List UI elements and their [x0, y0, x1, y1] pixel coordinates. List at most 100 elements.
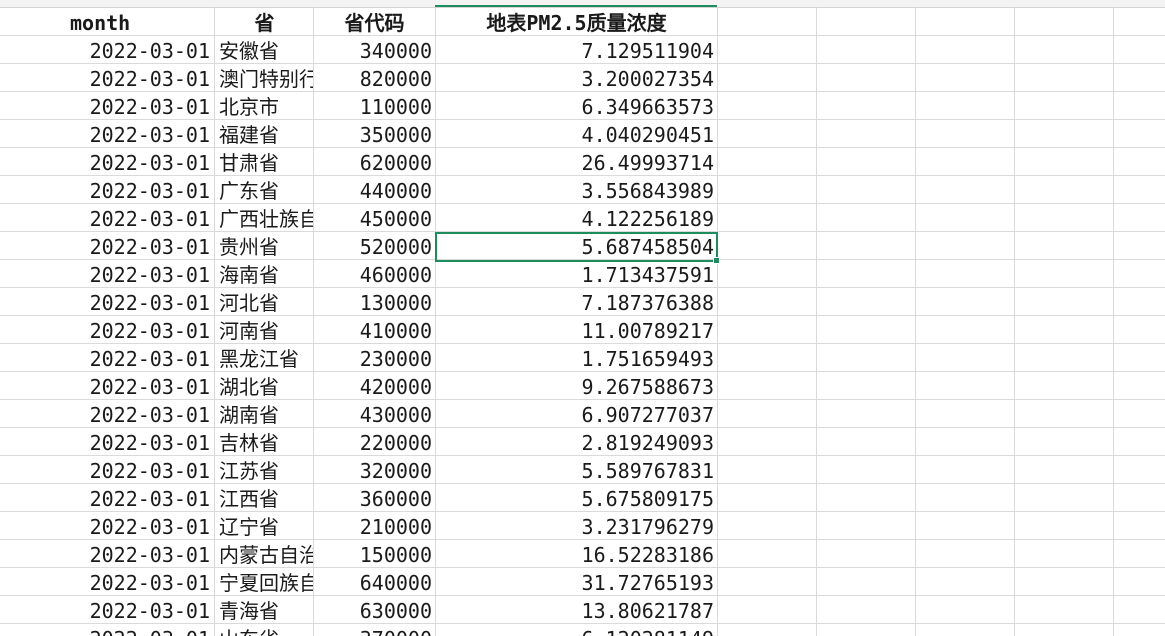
cell-month[interactable]: 2022-03-01	[0, 568, 214, 595]
cell-code[interactable]: 450000	[314, 204, 435, 231]
cell-code[interactable]: 220000	[314, 428, 435, 455]
cell-pm25[interactable]: 3.231796279	[436, 512, 717, 539]
cell-code[interactable]: 230000	[314, 344, 435, 371]
cell-code[interactable]: 320000	[314, 456, 435, 483]
cell-code[interactable]: 630000	[314, 596, 435, 623]
header-cell-province[interactable]: 省	[216, 8, 313, 35]
cell-province[interactable]: 甘肃省	[216, 148, 313, 175]
cell-code[interactable]: 410000	[314, 316, 435, 343]
cell-code[interactable]: 440000	[314, 176, 435, 203]
cell-code[interactable]: 620000	[314, 148, 435, 175]
cell-pm25[interactable]: 6.349663573	[436, 92, 717, 119]
table-row: 2022-03-01 北京市 110000 6.349663573	[0, 92, 1165, 120]
cell-month[interactable]: 2022-03-01	[0, 400, 214, 427]
cell-pm25[interactable]: 5.589767831	[436, 456, 717, 483]
cell-province[interactable]: 北京市	[216, 92, 313, 119]
cell-province[interactable]: 青海省	[216, 596, 313, 623]
cell-code[interactable]: 820000	[314, 64, 435, 91]
cell-province[interactable]: 江西省	[216, 484, 313, 511]
cell-month[interactable]: 2022-03-01	[0, 484, 214, 511]
cell-month[interactable]: 2022-03-01	[0, 512, 214, 539]
column-header-strip[interactable]	[0, 0, 1165, 8]
cell-code[interactable]: 110000	[314, 92, 435, 119]
cell-code[interactable]: 520000	[314, 232, 435, 259]
cell-pm25[interactable]: 13.80621787	[436, 596, 717, 623]
cell-month[interactable]: 2022-03-01	[0, 596, 214, 623]
cell-province[interactable]: 河南省	[216, 316, 313, 343]
cell-pm25[interactable]: 7.129511904	[436, 36, 717, 63]
cell-province[interactable]: 山东省	[216, 624, 313, 636]
cell-pm25[interactable]: 3.556843989	[436, 176, 717, 203]
table-row: 2022-03-01广西壮族自治区4500004.122256189	[0, 204, 1165, 232]
cell-pm25[interactable]: 5.675809175	[436, 484, 717, 511]
cell-month[interactable]: 2022-03-01	[0, 316, 214, 343]
cell-code[interactable]: 360000	[314, 484, 435, 511]
cell-month[interactable]: 2022-03-01	[0, 288, 214, 315]
cell-province[interactable]: 湖北省	[216, 372, 313, 399]
cell-month[interactable]: 2022-03-01	[0, 232, 214, 259]
cell-pm25[interactable]: 11.00789217	[436, 316, 717, 343]
cell-month[interactable]: 2022-03-01	[0, 148, 214, 175]
cell-month[interactable]: 2022-03-01	[0, 36, 214, 63]
cell-pm25[interactable]: 6.120281149	[436, 624, 717, 636]
cell-pm25[interactable]: 16.52283186	[436, 540, 717, 567]
header-cell-month[interactable]: month	[0, 8, 214, 35]
cell-month[interactable]: 2022-03-01	[0, 260, 214, 287]
cell-month[interactable]: 2022-03-01	[0, 92, 214, 119]
table-row: 2022-03-01 吉林省 220000 2.819249093	[0, 428, 1165, 456]
cell-pm25[interactable]: 1.751659493	[436, 344, 717, 371]
cell-pm25[interactable]: 9.267588673	[436, 372, 717, 399]
cell-pm25[interactable]: 6.907277037	[436, 400, 717, 427]
cell-month[interactable]: 2022-03-01	[0, 344, 214, 371]
cell-province[interactable]: 安徽省	[216, 36, 313, 63]
cell-province[interactable]: 广东省	[216, 176, 313, 203]
cell-province[interactable]: 宁夏回族自治区	[216, 568, 313, 595]
cell-province[interactable]: 内蒙古自治区	[216, 540, 313, 567]
header-cell-code[interactable]: 省代码	[314, 8, 435, 35]
cell-code[interactable]: 150000	[314, 540, 435, 567]
cell-province[interactable]: 广西壮族自治区	[216, 204, 313, 231]
cell-pm25[interactable]: 7.187376388	[436, 288, 717, 315]
cell-pm25[interactable]: 4.122256189	[436, 204, 717, 231]
cell-province[interactable]: 吉林省	[216, 428, 313, 455]
cell-code[interactable]: 340000	[314, 36, 435, 63]
cell-month[interactable]: 2022-03-01	[0, 120, 214, 147]
cell-code[interactable]: 210000	[314, 512, 435, 539]
cell-code[interactable]: 130000	[314, 288, 435, 315]
cell-month[interactable]: 2022-03-01	[0, 372, 214, 399]
cell-month[interactable]: 2022-03-01	[0, 456, 214, 483]
cell-month[interactable]: 2022-03-01	[0, 176, 214, 203]
cell-code[interactable]: 460000	[314, 260, 435, 287]
cell-pm25[interactable]: 31.72765193	[436, 568, 717, 595]
cell-month[interactable]: 2022-03-01	[0, 204, 214, 231]
table-row: 2022-03-01内蒙古自治区15000016.52283186	[0, 540, 1165, 568]
cell-month[interactable]: 2022-03-01	[0, 64, 214, 91]
cell-province[interactable]: 江苏省	[216, 456, 313, 483]
cell-province[interactable]: 湖南省	[216, 400, 313, 427]
cell-code[interactable]: 370000	[314, 624, 435, 636]
cell-month[interactable]: 2022-03-01	[0, 428, 214, 455]
cell-month[interactable]: 2022-03-01	[0, 624, 214, 636]
header-cell-pm25[interactable]: 地表PM2.5质量浓度	[436, 8, 717, 35]
cell-month[interactable]: 2022-03-01	[0, 540, 214, 567]
cell-pm25[interactable]: 26.49993714	[436, 148, 717, 175]
cell-pm25[interactable]: 1.713437591	[436, 260, 717, 287]
cell-province[interactable]: 海南省	[216, 260, 313, 287]
table-row: 2022-03-01 河北省 130000 7.187376388	[0, 288, 1165, 316]
cell-province[interactable]: 辽宁省	[216, 512, 313, 539]
cell-code[interactable]: 420000	[314, 372, 435, 399]
cell-province[interactable]: 河北省	[216, 288, 313, 315]
cell-province[interactable]: 贵州省	[216, 232, 313, 259]
cell-province[interactable]: 黑龙江省	[216, 344, 313, 371]
cell-pm25[interactable]: 5.687458504	[436, 232, 717, 259]
cell-pm25[interactable]: 3.200027354	[436, 64, 717, 91]
cell-code[interactable]: 640000	[314, 568, 435, 595]
table-row: 2022-03-01 青海省 630000 13.80621787	[0, 596, 1165, 624]
cell-province[interactable]: 福建省	[216, 120, 313, 147]
cell-pm25[interactable]: 2.819249093	[436, 428, 717, 455]
cell-code[interactable]: 350000	[314, 120, 435, 147]
cell-pm25[interactable]: 4.040290451	[436, 120, 717, 147]
spreadsheet[interactable]: month 省 省代码 地表PM2.5质量浓度 2022-03-01 安徽省 340…	[0, 0, 1165, 636]
cell-province[interactable]: 澳门特别行政区	[216, 64, 313, 91]
cell-code[interactable]: 430000	[314, 400, 435, 427]
